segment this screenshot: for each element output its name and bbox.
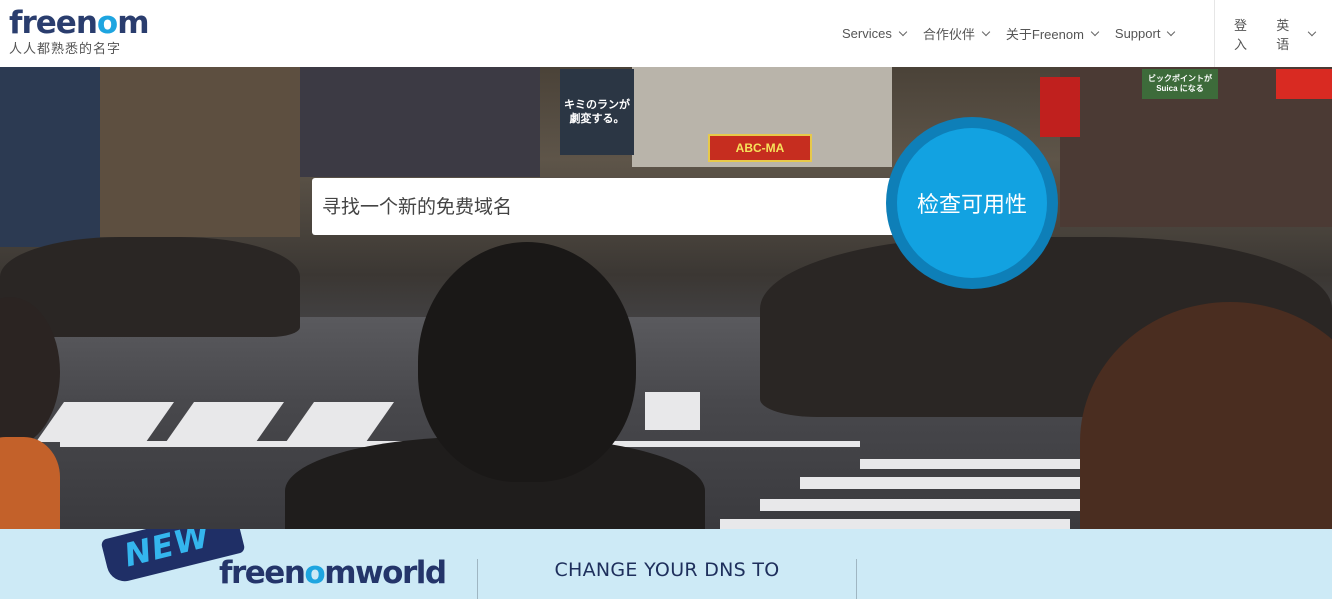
dns-heading: CHANGE YOUR DNS TO bbox=[554, 559, 780, 581]
building-center bbox=[300, 67, 540, 177]
billboard-right: ビックポイントが Suica になる bbox=[1142, 69, 1218, 99]
domain-search-input[interactable] bbox=[312, 178, 892, 235]
crosswalk-stripe bbox=[720, 519, 1070, 529]
nav-partners-label: 合作伙伴 bbox=[922, 27, 975, 42]
nav-divider bbox=[1214, 0, 1215, 67]
language-selector[interactable]: 英语 bbox=[1276, 15, 1317, 53]
hero-background: ABC-MA キミのランが 劇変する。 ビックポイントが Suica になる bbox=[0, 67, 1332, 529]
freenom-logo[interactable]: freenom 人人都熟悉的名字 bbox=[9, 5, 150, 57]
building-left-2 bbox=[100, 67, 300, 237]
nav-support[interactable]: Support bbox=[1114, 26, 1176, 41]
site-header: freenom 人人都熟悉的名字 Services 合作伙伴 关于Freenom… bbox=[0, 0, 1332, 67]
banner-divider bbox=[856, 559, 857, 599]
billboard: キミのランが 劇変する。 bbox=[560, 69, 634, 155]
chevron-down-icon bbox=[898, 27, 908, 36]
person-silhouette-head bbox=[418, 242, 636, 482]
neon-sign-2 bbox=[1040, 77, 1080, 137]
main-nav: Services 合作伙伴 关于Freenom Support bbox=[842, 0, 1191, 67]
nav-services-label: Services bbox=[842, 26, 892, 41]
language-label: 英语 bbox=[1276, 17, 1290, 52]
building-left bbox=[0, 67, 100, 247]
freenom-world-logo: freenomworld bbox=[219, 555, 447, 591]
account-nav: 登入 英语 bbox=[1234, 0, 1332, 67]
crosswalk-stripe bbox=[760, 499, 1090, 511]
logo-wordmark: freenom bbox=[9, 5, 150, 41]
neon-sign bbox=[1276, 69, 1332, 99]
nav-about-label: 关于Freenom bbox=[1005, 27, 1084, 42]
login-link[interactable]: 登入 bbox=[1234, 15, 1259, 53]
chevron-down-icon bbox=[981, 27, 991, 36]
nav-support-label: Support bbox=[1114, 26, 1161, 41]
check-availability-button[interactable]: 检查可用性 bbox=[886, 117, 1058, 289]
crosswalk-stripe bbox=[645, 392, 700, 430]
chevron-down-icon bbox=[1090, 27, 1100, 36]
store-sign: ABC-MA bbox=[708, 134, 812, 162]
nav-partners[interactable]: 合作伙伴 bbox=[922, 24, 991, 43]
crosswalk-stripe bbox=[860, 459, 1090, 469]
freenom-world-banner[interactable]: NEW freenomworld CHANGE YOUR DNS TO bbox=[0, 529, 1332, 599]
person-jacket-left bbox=[0, 437, 60, 529]
chevron-down-icon bbox=[1307, 27, 1317, 36]
login-label: 登入 bbox=[1234, 17, 1248, 52]
domain-search-box bbox=[312, 178, 912, 235]
nav-services[interactable]: Services bbox=[842, 26, 908, 41]
chevron-down-icon bbox=[1167, 27, 1176, 36]
nav-about[interactable]: 关于Freenom bbox=[1005, 24, 1100, 43]
check-availability-label: 检查可用性 bbox=[897, 128, 1047, 278]
crosswalk-stripe bbox=[800, 477, 1090, 489]
